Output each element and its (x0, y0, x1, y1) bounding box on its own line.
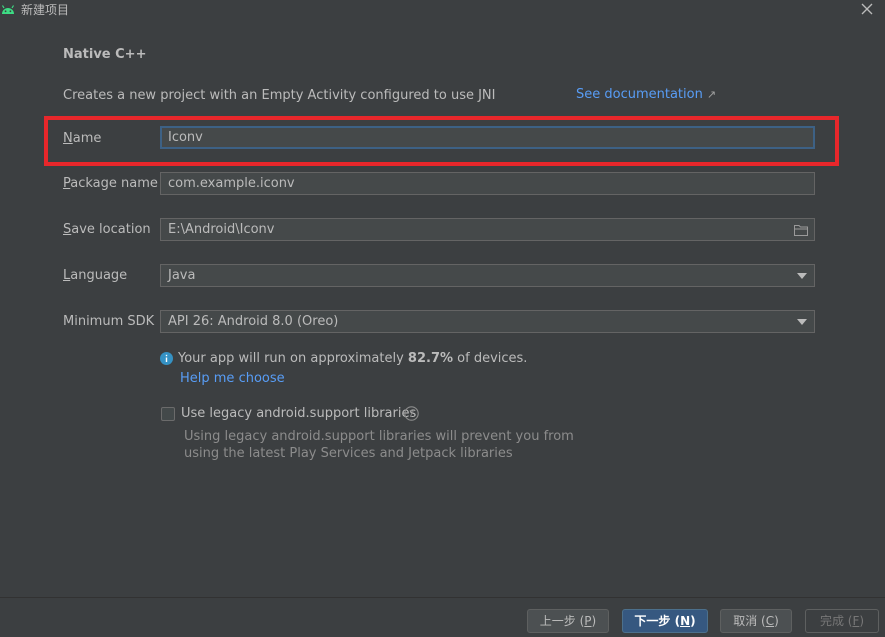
next-button-end: ) (690, 614, 696, 628)
package-name-input[interactable] (160, 172, 815, 195)
previous-button-label: 上一步 ( (539, 614, 585, 628)
title-bar: 新建项目 (0, 0, 885, 18)
name-input[interactable] (160, 126, 815, 149)
coverage-suffix: of devices. (453, 351, 528, 366)
next-button[interactable]: 下一步 (N) (622, 609, 708, 633)
previous-button-end: ) (591, 614, 597, 628)
name-label: Name (63, 131, 101, 146)
question-icon[interactable]: ? (404, 406, 419, 421)
finish-button-end: ) (859, 614, 865, 628)
finish-button-label: 完成 ( (819, 614, 853, 628)
previous-button-mnemonic: P (584, 614, 592, 628)
dropdown-arrow-icon (797, 273, 807, 279)
save-location-label-text: ave location (71, 222, 151, 237)
package-name-label: Package name (63, 176, 158, 191)
device-coverage-text: Your app will run on approximately 82.7%… (178, 351, 527, 366)
save-location-field[interactable]: E:\Android\Iconv (160, 218, 815, 241)
language-value: Java (168, 268, 196, 283)
help-me-choose-link[interactable]: Help me choose (180, 371, 285, 386)
cancel-button[interactable]: 取消 (C) (720, 609, 792, 633)
minimum-sdk-label: Minimum SDK (63, 314, 155, 329)
template-description: Creates a new project with an Empty Acti… (63, 88, 496, 103)
name-label-text: ame (72, 131, 102, 146)
close-icon[interactable] (859, 1, 875, 17)
folder-icon[interactable] (794, 224, 808, 236)
external-link-icon: ↗ (706, 88, 717, 101)
coverage-percent: 82.7% (407, 351, 454, 366)
dropdown-arrow-icon (797, 319, 807, 325)
minimum-sdk-dropdown[interactable]: API 26: Android 8.0 (Oreo) (160, 310, 815, 333)
legacy-support-note: Using legacy android.support libraries w… (184, 429, 574, 461)
svg-text:?: ? (409, 409, 414, 420)
previous-button[interactable]: 上一步 (P) (527, 609, 609, 633)
name-label-mnemonic: N (63, 131, 73, 146)
package-label-text: ackage name (70, 176, 158, 191)
next-button-label: 下一步 ( (634, 614, 681, 628)
minimum-sdk-value: API 26: Android 8.0 (Oreo) (168, 314, 339, 329)
finish-button[interactable]: 完成 (F) (805, 609, 879, 633)
see-documentation-link[interactable]: See documentation ↗ (576, 87, 716, 102)
cancel-button-mnemonic: C (765, 614, 775, 628)
window-title: 新建项目 (21, 3, 70, 17)
language-label-text: anguage (70, 268, 128, 283)
legacy-support-checkbox[interactable] (161, 407, 175, 421)
see-documentation-label: See documentation (576, 87, 703, 102)
next-button-mnemonic: N (680, 614, 691, 628)
info-icon (160, 352, 173, 365)
cancel-button-end: ) (774, 614, 779, 628)
language-dropdown[interactable]: Java (160, 264, 815, 287)
legacy-support-label[interactable]: Use legacy android.support libraries (181, 406, 416, 421)
save-location-label: Save location (63, 222, 151, 237)
save-location-value: E:\Android\Iconv (168, 222, 275, 237)
template-heading: Native C++ (63, 47, 147, 62)
language-label: Language (63, 268, 127, 283)
cancel-button-label: 取消 ( (733, 614, 766, 628)
android-icon (1, 5, 15, 14)
coverage-prefix: Your app will run on approximately (178, 351, 408, 366)
